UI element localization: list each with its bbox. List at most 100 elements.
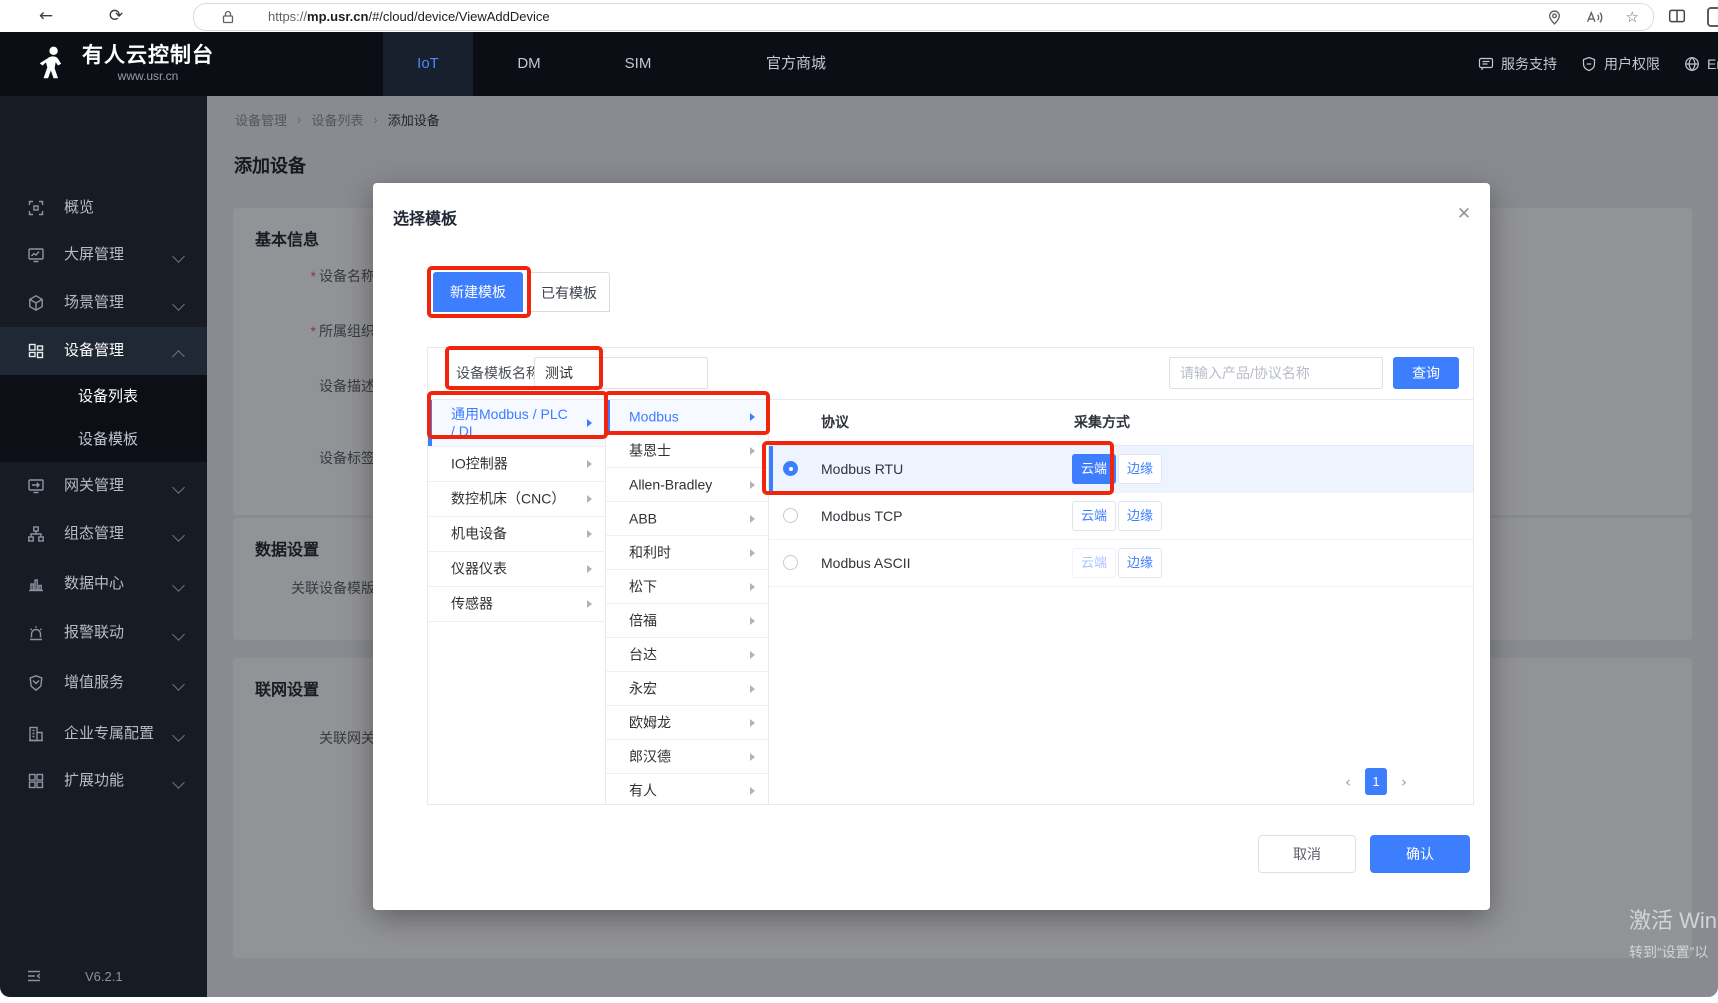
confirm-button[interactable]: 确认 (1370, 835, 1470, 873)
device-submenu: 设备列表 设备模板 (0, 375, 207, 462)
category-item-cnc[interactable]: 数控机床（CNC） (428, 482, 605, 517)
sidebar-item-enterprise-config[interactable]: 企业专属配置 (0, 710, 207, 758)
edge-mode-button[interactable]: 边缘 (1118, 548, 1162, 578)
caret-right-icon (587, 495, 592, 503)
brand-item-beckhoff[interactable]: 倍福 (606, 604, 768, 638)
caret-right-icon (587, 460, 592, 468)
caret-right-icon (750, 617, 755, 625)
caret-right-icon (750, 719, 755, 727)
read-aloud-icon[interactable] (1586, 9, 1603, 26)
nav-tab-dm[interactable]: DM (494, 32, 564, 96)
caret-right-icon (750, 515, 755, 523)
chevron-down-icon (172, 298, 185, 311)
chevron-down-icon (172, 678, 185, 691)
selected-bar (606, 400, 610, 433)
next-page-icon[interactable]: › (1401, 773, 1407, 791)
sidebar-item-gateway-mgmt[interactable]: 网关管理 (0, 462, 207, 510)
category-item-io-controller[interactable]: IO控制器 (428, 447, 605, 482)
tab-new-template[interactable]: 新建模板 (433, 272, 523, 312)
caret-right-icon (750, 583, 755, 591)
split-screen-icon[interactable] (1668, 7, 1686, 25)
radio-icon[interactable] (783, 508, 798, 523)
table-row-modbus-ascii[interactable]: Modbus ASCII 云端 边缘 (769, 540, 1473, 587)
favorite-star-icon[interactable]: ☆ (1626, 8, 1639, 26)
usr-person-icon (36, 45, 68, 83)
cloud-mode-button[interactable]: 云端 (1072, 501, 1116, 531)
sidebar-item-device-mgmt[interactable]: 设备管理 (0, 327, 207, 375)
category-item-instruments[interactable]: 仪器仪表 (428, 552, 605, 587)
prev-page-icon[interactable]: ‹ (1345, 773, 1351, 791)
category-item-electromechanical[interactable]: 机电设备 (428, 517, 605, 552)
version-label: V6.2.1 (85, 969, 123, 984)
search-input[interactable] (1169, 357, 1383, 389)
sidebar-item-screen-mgmt[interactable]: 大屏管理 (0, 231, 207, 279)
edge-mode-button[interactable]: 边缘 (1118, 454, 1162, 484)
page-number[interactable]: 1 (1365, 768, 1387, 795)
sidebar-item-data-center[interactable]: 数据中心 (0, 560, 207, 608)
table-row-modbus-tcp[interactable]: Modbus TCP 云端 边缘 (769, 493, 1473, 540)
collapse-sidebar-icon[interactable] (26, 968, 44, 991)
refresh-icon[interactable]: ⟳ (104, 4, 128, 28)
language-link[interactable]: Engl (1684, 56, 1718, 72)
chevron-down-icon (172, 250, 185, 263)
location-icon[interactable] (1546, 9, 1563, 26)
search-button[interactable]: 查询 (1393, 357, 1459, 389)
category-column: 通用Modbus / PLC / DL IO控制器 数控机床（CNC） 机电设备… (428, 400, 606, 805)
sidebar-item-extensions[interactable]: 扩展功能 (0, 757, 207, 805)
table-row-modbus-rtu[interactable]: Modbus RTU 云端 边缘 (769, 446, 1473, 493)
back-icon[interactable]: ← (34, 4, 58, 28)
brand-item-panasonic[interactable]: 松下 (606, 570, 768, 604)
sidebar-item-overview[interactable]: 概览 (0, 184, 207, 232)
brand-item-langhande[interactable]: 郎汉德 (606, 740, 768, 774)
radio-selected-icon[interactable] (783, 461, 798, 476)
caret-right-icon (587, 565, 592, 573)
sidebar-item-scene-mgmt[interactable]: 场景管理 (0, 279, 207, 327)
caret-right-icon (750, 787, 755, 795)
brand-item-abb[interactable]: ABB (606, 502, 768, 536)
overview-icon (27, 199, 45, 222)
cancel-button[interactable]: 取消 (1258, 835, 1356, 873)
screen: ← ⟳ https://mp.usr.cn/#/cloud/device/Vie… (0, 0, 1718, 1003)
template-name-input[interactable] (534, 357, 708, 389)
radio-icon[interactable] (783, 555, 798, 570)
selection-grid: 通用Modbus / PLC / DL IO控制器 数控机床（CNC） 机电设备… (428, 400, 1473, 805)
logo[interactable]: 有人云控制台 www.usr.cn (36, 44, 214, 83)
close-icon[interactable]: ✕ (1451, 201, 1477, 227)
browser-extra-icon[interactable] (1707, 7, 1718, 27)
sidebar-item-alarm-linkage[interactable]: 报警联动 (0, 609, 207, 657)
table-header: 协议 采集方式 (769, 400, 1473, 446)
brand-item-omron[interactable]: 欧姆龙 (606, 706, 768, 740)
sidebar-item-device-template[interactable]: 设备模板 (0, 418, 207, 462)
brand-item-fatek[interactable]: 永宏 (606, 672, 768, 706)
template-name-label: 设备模板名称 (456, 348, 540, 399)
caret-right-icon (750, 685, 755, 693)
sidebar-item-value-added[interactable]: 增值服务 (0, 659, 207, 707)
address-bar[interactable]: https://mp.usr.cn/#/cloud/device/ViewAdd… (193, 3, 1654, 31)
support-link[interactable]: 服务支持 (1478, 54, 1557, 74)
top-nav: 有人云控制台 www.usr.cn IoT DM SIM 官方商城 服务支持 用… (0, 32, 1718, 96)
brand-item-hollysys[interactable]: 和利时 (606, 536, 768, 570)
brand-column: Modbus 基恩士 Allen-Bradley ABB 和利时 松下 倍福 台… (606, 400, 769, 805)
sidebar-item-device-list[interactable]: 设备列表 (0, 375, 207, 419)
brand-item-allen-bradley[interactable]: Allen-Bradley (606, 468, 768, 502)
brand-item-modbus[interactable]: Modbus (606, 400, 768, 434)
category-item-modbus-plc[interactable]: 通用Modbus / PLC / DL (428, 400, 605, 447)
brand-item-usr[interactable]: 有人 (606, 774, 768, 805)
cloud-mode-button[interactable]: 云端 (1072, 454, 1116, 484)
category-item-sensors[interactable]: 传感器 (428, 587, 605, 622)
sidebar-footer: V6.2.1 (0, 965, 207, 993)
tab-existing-template[interactable]: 已有模板 (528, 272, 610, 312)
nav-tab-mall[interactable]: 官方商城 (723, 32, 869, 96)
permission-link[interactable]: 用户权限 (1581, 54, 1660, 74)
cloud-mode-button[interactable]: 云端 (1072, 548, 1116, 578)
windows-watermark: 激活 Wind 转到“设置”以 (1629, 903, 1718, 962)
sidebar-item-config-mgmt[interactable]: 组态管理 (0, 510, 207, 558)
caret-right-icon (750, 753, 755, 761)
brand-item-keyence[interactable]: 基恩士 (606, 434, 768, 468)
nav-tab-sim[interactable]: SIM (603, 32, 673, 96)
building-icon (27, 725, 45, 748)
lock-icon (220, 9, 236, 25)
edge-mode-button[interactable]: 边缘 (1118, 501, 1162, 531)
brand-item-delta[interactable]: 台达 (606, 638, 768, 672)
nav-tab-iot[interactable]: IoT (383, 32, 473, 96)
